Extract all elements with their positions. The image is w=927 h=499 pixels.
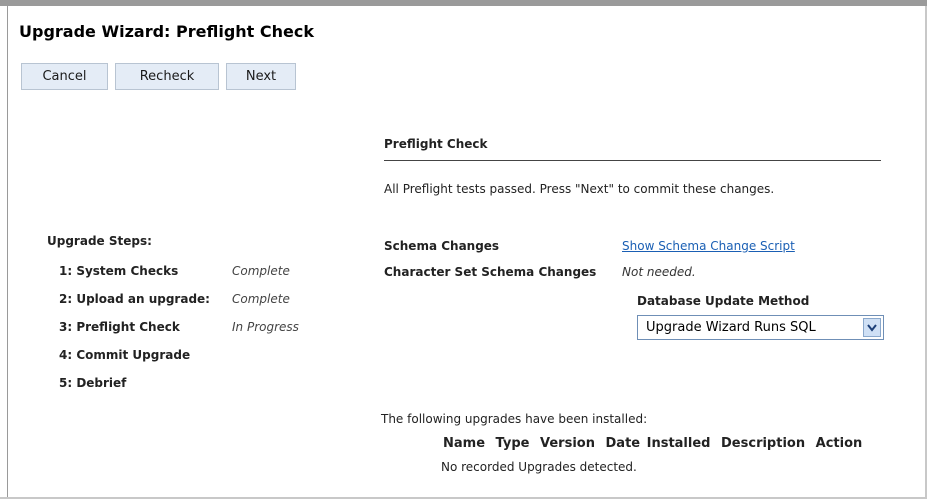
chevron-down-icon-glyph [867,323,877,332]
step-label: 4: Commit Upgrade [59,348,191,362]
recheck-button[interactable]: Recheck [115,63,219,90]
database-update-method-select[interactable]: Upgrade Wizard Runs SQL [637,315,884,340]
installed-upgrades-intro: The following upgrades have been install… [381,412,648,426]
preflight-section-title: Preflight Check [384,137,488,151]
step-status: Complete [232,264,290,278]
installed-upgrades-header-row: Name Type Version Date Installed Descrip… [443,436,866,451]
column-header-date-installed: Date Installed [605,436,711,451]
column-header-description: Description [721,436,806,451]
no-upgrades-message: No recorded Upgrades detected. [441,460,637,474]
step-label: 5: Debrief [59,376,127,390]
chevron-down-icon[interactable] [863,318,881,337]
column-header-name: Name [443,436,486,451]
step-label: 1: System Checks [59,264,179,278]
charset-schema-changes-value: Not needed. [622,265,696,279]
step-label: 2: Upload an upgrade: [59,292,210,306]
page-title: Upgrade Wizard: Preflight Check [19,22,314,41]
column-header-action: Action [815,436,863,451]
show-schema-change-script-link[interactable]: Show Schema Change Script [622,239,795,253]
select-value: Upgrade Wizard Runs SQL [646,320,816,335]
column-header-version: Version [540,436,595,451]
cancel-button[interactable]: Cancel [21,63,108,90]
step-status: In Progress [232,320,299,334]
schema-changes-label: Schema Changes [384,239,500,253]
database-update-method-label: Database Update Method [637,294,810,308]
window-top-border [0,0,927,6]
preflight-status-message: All Preflight tests passed. Press "Next"… [384,182,775,196]
upgrade-steps-heading: Upgrade Steps: [47,234,152,248]
next-button[interactable]: Next [226,63,296,90]
step-status: Complete [232,292,290,306]
column-header-type: Type [495,436,530,451]
charset-schema-changes-label: Character Set Schema Changes [384,265,597,279]
window-left-border [0,6,8,499]
section-divider [384,160,881,161]
step-label: 3: Preflight Check [59,320,180,334]
